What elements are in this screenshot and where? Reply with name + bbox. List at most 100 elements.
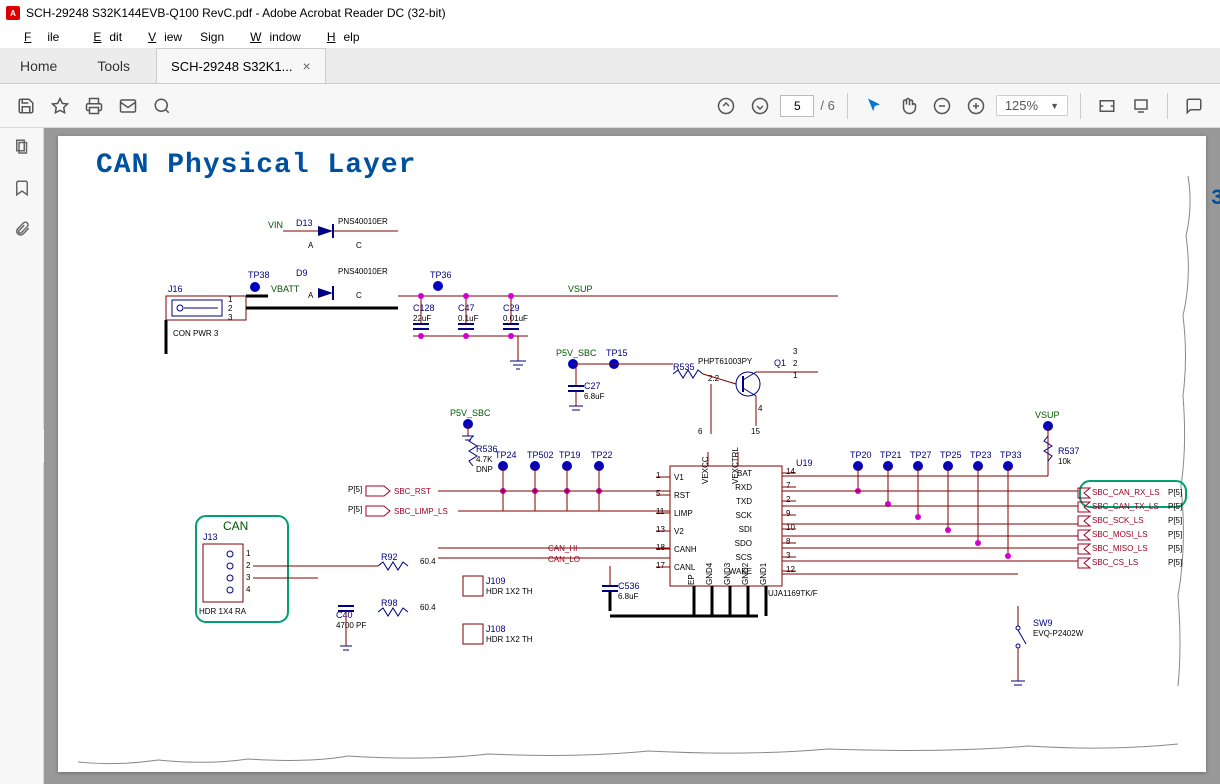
svg-text:LIMP: LIMP — [674, 509, 693, 518]
svg-text:P[5]: P[5] — [1168, 530, 1182, 539]
svg-text:3: 3 — [246, 573, 251, 582]
svg-text:A: A — [308, 291, 314, 300]
svg-text:VEXCC: VEXCC — [701, 456, 710, 484]
svg-text:13: 13 — [656, 525, 665, 534]
svg-text:C27: C27 — [584, 381, 601, 391]
page-up-icon[interactable] — [712, 92, 740, 120]
menu-help[interactable]: Help — [311, 28, 368, 46]
svg-text:14: 14 — [786, 467, 795, 476]
svg-text:SBC_SCK_LS: SBC_SCK_LS — [1092, 516, 1144, 525]
svg-text:GND2: GND2 — [741, 562, 750, 585]
tab-home[interactable]: Home — [0, 49, 77, 83]
svg-text:SBC_LIMP_LS: SBC_LIMP_LS — [394, 507, 448, 516]
svg-text:V1: V1 — [674, 473, 684, 482]
bookmark-icon[interactable] — [13, 179, 31, 202]
svg-text:P[5]: P[5] — [1168, 544, 1182, 553]
svg-text:TP21: TP21 — [880, 450, 902, 460]
svg-text:TP24: TP24 — [495, 450, 517, 460]
annotate-icon[interactable] — [1127, 92, 1155, 120]
svg-text:P5V_SBC: P5V_SBC — [450, 408, 491, 418]
pdf-page: CAN Physical Layer 3 VIN D13 PNS40010ER … — [58, 136, 1206, 772]
svg-text:CAN_LO: CAN_LO — [548, 555, 580, 564]
svg-text:11: 11 — [656, 507, 665, 516]
svg-text:C128: C128 — [413, 303, 435, 313]
svg-text:R98: R98 — [381, 598, 398, 608]
svg-text:0.01uF: 0.01uF — [503, 314, 528, 323]
svg-text:U19: U19 — [796, 458, 813, 468]
svg-text:10k: 10k — [1058, 457, 1072, 466]
menubar: File Edit View Sign Window Help — [0, 26, 1220, 48]
star-icon[interactable] — [46, 92, 74, 120]
svg-text:3: 3 — [786, 551, 791, 560]
menu-window[interactable]: Window — [234, 28, 309, 46]
svg-text:8: 8 — [786, 537, 791, 546]
svg-text:0.1uF: 0.1uF — [458, 314, 479, 323]
svg-text:2: 2 — [228, 304, 233, 313]
pdf-icon: A — [6, 6, 20, 20]
menu-view[interactable]: View — [132, 28, 190, 46]
svg-text:DNP: DNP — [476, 465, 493, 474]
svg-text:C: C — [356, 241, 362, 250]
svg-text:Q1: Q1 — [774, 358, 786, 368]
menu-file[interactable]: File — [8, 28, 75, 46]
svg-text:TP23: TP23 — [970, 450, 992, 460]
svg-text:P[5]: P[5] — [1168, 502, 1182, 511]
menu-sign[interactable]: Sign — [192, 28, 232, 46]
svg-text:TP25: TP25 — [940, 450, 962, 460]
page-down-icon[interactable] — [746, 92, 774, 120]
comment-icon[interactable] — [1180, 92, 1208, 120]
toolbar: / 6 125%▼ — [0, 84, 1220, 128]
svg-text:P[5]: P[5] — [348, 485, 362, 494]
svg-text:6.8uF: 6.8uF — [584, 392, 605, 401]
svg-text:D9: D9 — [296, 268, 308, 278]
thumbnails-icon[interactable] — [13, 138, 31, 161]
mail-icon[interactable] — [114, 92, 142, 120]
svg-text:1: 1 — [246, 549, 251, 558]
zoom-out-icon[interactable] — [928, 92, 956, 120]
svg-text:P[5]: P[5] — [1168, 558, 1182, 567]
svg-text:TP15: TP15 — [606, 348, 628, 358]
menu-edit[interactable]: Edit — [77, 28, 130, 46]
svg-text:TP22: TP22 — [591, 450, 613, 460]
save-icon[interactable] — [12, 92, 40, 120]
svg-text:SBC_CAN_TX_LS: SBC_CAN_TX_LS — [1092, 502, 1159, 511]
svg-text:TXD: TXD — [736, 497, 752, 506]
pointer-icon[interactable] — [860, 92, 888, 120]
svg-text:SBC_CAN_RX_LS: SBC_CAN_RX_LS — [1092, 488, 1160, 497]
svg-text:4700 PF: 4700 PF — [336, 621, 366, 630]
hand-icon[interactable] — [894, 92, 922, 120]
schematic-diagram: VIN D13 PNS40010ER A C TP38 VBATT D9 PNS… — [58, 136, 1206, 772]
zoom-select[interactable]: 125%▼ — [996, 95, 1068, 116]
svg-text:17: 17 — [656, 561, 665, 570]
svg-text:SDI: SDI — [739, 525, 752, 534]
svg-text:R92: R92 — [381, 552, 398, 562]
page-input[interactable] — [780, 95, 814, 117]
window-titlebar: A SCH-29248 S32K144EVB-Q100 RevC.pdf - A… — [0, 0, 1220, 26]
close-tab-icon[interactable]: × — [302, 58, 310, 74]
svg-text:TP19: TP19 — [559, 450, 581, 460]
print-icon[interactable] — [80, 92, 108, 120]
page-number: / 6 — [780, 95, 834, 117]
attachment-icon[interactable] — [13, 220, 31, 243]
tab-tools[interactable]: Tools — [77, 49, 150, 83]
svg-text:1: 1 — [793, 371, 798, 380]
fit-width-icon[interactable] — [1093, 92, 1121, 120]
svg-text:UJA1169TK/F: UJA1169TK/F — [768, 589, 818, 598]
svg-text:6.8uF: 6.8uF — [618, 592, 639, 601]
tabbar: Home Tools SCH-29248 S32K1... × — [0, 48, 1220, 84]
svg-text:SCK: SCK — [736, 511, 753, 520]
svg-text:SBC_RST: SBC_RST — [394, 487, 431, 496]
svg-text:SBC_MISO_LS: SBC_MISO_LS — [1092, 544, 1148, 553]
svg-text:TP38: TP38 — [248, 270, 270, 280]
tab-document[interactable]: SCH-29248 S32K1... × — [156, 48, 326, 83]
svg-text:CANH: CANH — [674, 545, 697, 554]
zoom-in-icon[interactable] — [962, 92, 990, 120]
svg-text:PNS40010ER: PNS40010ER — [338, 217, 388, 226]
svg-text:A: A — [308, 241, 314, 250]
document-view[interactable]: CAN Physical Layer 3 VIN D13 PNS40010ER … — [44, 128, 1220, 784]
search-icon[interactable] — [148, 92, 176, 120]
svg-text:J16: J16 — [168, 284, 183, 294]
svg-text:HDR 1X4 RA: HDR 1X4 RA — [199, 607, 247, 616]
svg-text:EVQ-P2402W: EVQ-P2402W — [1033, 629, 1084, 638]
svg-text:VBATT: VBATT — [271, 284, 300, 294]
